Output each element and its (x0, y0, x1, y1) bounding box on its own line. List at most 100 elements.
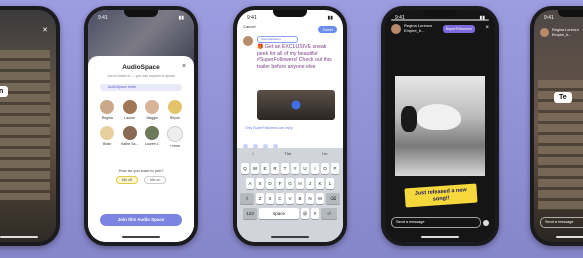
mic-off-option[interactable]: Mic off (115, 176, 138, 184)
send-message-input[interactable]: Send a message (540, 217, 583, 228)
shift-key[interactable]: ⇧ (240, 193, 254, 204)
avatar (243, 36, 253, 46)
close-icon[interactable]: ✕ (42, 26, 48, 34)
key[interactable]: B (296, 193, 304, 204)
key[interactable]: G (286, 178, 294, 189)
notch (273, 10, 307, 17)
participant[interactable]: Brian (96, 126, 119, 148)
key[interactable]: Z (256, 193, 264, 204)
numbers-key[interactable]: 123 (243, 208, 257, 219)
battery-icon: ▮▮ (327, 15, 333, 21)
suggestion[interactable]: I'm (322, 151, 327, 159)
participant[interactable]: Maggie (141, 100, 164, 120)
key[interactable]: U (301, 163, 309, 174)
hash-key[interactable]: # (311, 208, 319, 219)
participant-name: Regina (101, 116, 113, 120)
participant[interactable]: Regina (96, 100, 119, 120)
phone-screen: 9:41 ▮▮ Cancel Tweet Superfollowers 🎁 Get… (237, 10, 343, 242)
participant[interactable]: Lauren (119, 100, 142, 120)
key[interactable]: O (321, 163, 329, 174)
participant[interactable]: Rhyne (164, 100, 187, 120)
suggestion[interactable]: The (284, 151, 291, 159)
key[interactable]: R (271, 163, 279, 174)
close-icon[interactable]: × (485, 25, 489, 31)
participant-name: Maggie (146, 116, 158, 120)
key[interactable]: W (251, 163, 259, 174)
key[interactable]: D (266, 178, 274, 189)
author-info: Regina Lorenzo Empire_b... (404, 23, 432, 34)
key[interactable]: E (261, 163, 269, 174)
key[interactable]: C (276, 193, 284, 204)
send-icon[interactable] (483, 220, 489, 226)
participant-name: Brian (103, 142, 112, 146)
phone-screen: 9:41 ▮▮ AudioSpace × Join to listen in — … (88, 10, 194, 242)
key[interactable]: M (316, 193, 324, 204)
battery-icon: ▮▮ (479, 15, 485, 21)
key[interactable]: Y (291, 163, 299, 174)
story-author[interactable]: Regina Lorenzo Empire_b... (391, 23, 432, 34)
tweet-button[interactable]: Tweet (318, 26, 337, 33)
mic-options: Mic off Mic on (88, 176, 194, 184)
white-horse-shape (417, 104, 461, 130)
mic-on-option[interactable]: Mic on (143, 176, 167, 184)
status-time: 9:41 (98, 15, 108, 21)
key[interactable]: A (246, 178, 254, 189)
avatar (145, 126, 160, 140)
status-time: 9:41 (247, 15, 257, 21)
key[interactable]: N (306, 193, 314, 204)
send-message-input[interactable]: Send a message (391, 217, 481, 228)
sheet-subtitle: Join to listen in — you can request to s… (107, 74, 175, 78)
avatar (100, 100, 115, 114)
key[interactable]: S (256, 178, 264, 189)
video-attachment[interactable] (257, 90, 335, 120)
participant[interactable]: Kathe Sa... (119, 126, 142, 148)
key[interactable]: L (326, 178, 334, 189)
participant[interactable]: Lauren L. (141, 126, 164, 148)
reply-setting[interactable]: Only SuperFollowers can reply (245, 126, 293, 130)
status-time: 9:41 (544, 15, 554, 21)
author-name: Regina Lorenzo (552, 28, 579, 32)
backspace-key[interactable]: ⌫ (326, 193, 340, 204)
key[interactable]: X (266, 193, 274, 204)
return-key[interactable]: ⏎ (321, 208, 337, 219)
promo-stage: ✕ In 9:41 ▮▮ AudioSpace × Join to listen … (0, 0, 583, 258)
play-icon[interactable] (291, 100, 301, 110)
avatar (145, 100, 160, 114)
invite-pill[interactable]: AudioSpace invite (100, 84, 182, 91)
avatar (391, 24, 401, 34)
key[interactable]: K (316, 178, 324, 189)
phone-story-left: ✕ In (0, 6, 60, 246)
avatar (122, 126, 137, 140)
tweet-text[interactable]: 🎁 Get an EXCLUSIVE sneak peek for all of… (257, 44, 335, 70)
space-key[interactable]: space (259, 208, 299, 219)
author-meta: Empire_b... (552, 32, 572, 37)
phone-screen: 9:41 Regina Lorenzo Empire_b... Te Send a… (534, 10, 583, 242)
close-icon[interactable]: × (182, 63, 186, 70)
home-indicator (556, 236, 583, 238)
home-indicator (271, 236, 309, 238)
key[interactable]: F (276, 178, 284, 189)
key[interactable]: V (286, 193, 294, 204)
key[interactable]: T (281, 163, 289, 174)
key[interactable]: J (306, 178, 314, 189)
key[interactable]: Q (241, 163, 249, 174)
participant-name: + more (169, 144, 181, 148)
key[interactable]: P (331, 163, 339, 174)
superfollowers-badge: SuperFollowers (442, 25, 475, 33)
audiospace-sheet: AudioSpace × Join to listen in — you can… (88, 56, 194, 242)
participant[interactable]: + more (164, 126, 187, 148)
key-row-1: Q W E R T Y U I O P (237, 163, 343, 174)
at-key[interactable]: @ (301, 208, 309, 219)
home-indicator (421, 236, 459, 238)
participant-name: Lauren (124, 116, 136, 120)
audience-selector[interactable]: Superfollowers (257, 36, 298, 43)
join-audiospace-button[interactable]: Join this Audio Space (100, 214, 182, 226)
key-row-2: A S D F G H J K L (237, 178, 343, 189)
cancel-button[interactable]: Cancel (243, 24, 255, 29)
key[interactable]: H (296, 178, 304, 189)
suggestion[interactable]: I (252, 151, 253, 159)
key[interactable]: I (311, 163, 319, 174)
notch (423, 10, 457, 17)
phone-screen: 9:41 ▮▮ Regina Lorenzo Empire_b... SuperFo… (385, 10, 495, 242)
story-author[interactable]: Regina Lorenzo Empire_b... (540, 28, 579, 37)
